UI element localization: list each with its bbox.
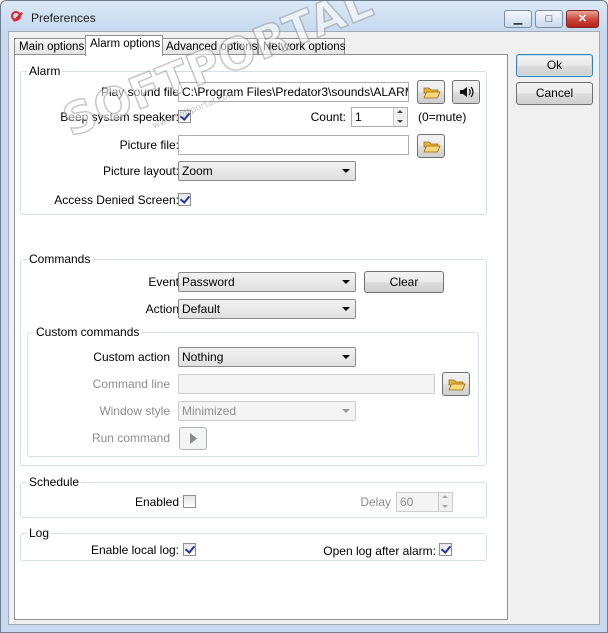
access-denied-label: Access Denied Screen: [54,193,179,207]
picture-file-field[interactable] [178,135,409,155]
custom-action-label: Custom action [93,350,170,364]
run-command-label: Run command [91,431,170,445]
count-value: 1 [355,110,362,124]
speaker-icon [460,86,474,98]
alarm-options-panel: Alarm Play sound file C:\Program Files\P… [14,1,508,620]
play-sound-button[interactable] [452,80,480,104]
schedule-enabled-checkbox[interactable] [183,495,196,508]
cancel-button[interactable]: Cancel [516,82,593,105]
dialog-client-area: Main options Alarm options Advanced opti… [8,1,600,625]
event-value: Password [182,275,235,289]
count-down-arrow[interactable] [393,117,407,126]
browse-command-button[interactable] [442,372,470,396]
delay-value: 60 [400,495,414,509]
tab-main-options[interactable]: Main options [14,38,87,55]
log-group: Log Enable local log: Open log after ala… [20,526,487,561]
maximize-button[interactable]: □ [535,10,563,28]
ok-button[interactable]: Ok [516,54,593,77]
picture-layout-dropdown[interactable]: Zoom [178,161,356,181]
schedule-group-title: Schedule [27,475,82,489]
window-style-value: Minimized [182,404,237,418]
picture-file-label: Picture file: [119,138,179,152]
alarm-group-title: Alarm [27,64,63,78]
mute-hint: (0=mute) [418,110,467,124]
chevron-down-icon [342,409,350,413]
tab-alarm-options[interactable]: Alarm options [85,35,163,56]
count-label: Count: [310,110,346,124]
log-group-title: Log [27,526,52,540]
tab-network-options[interactable]: Network options [258,38,345,55]
tab-advanced-options[interactable]: Advanced options [161,38,258,55]
commands-group-title: Commands [27,252,93,266]
action-dropdown[interactable]: Default [178,299,356,319]
close-button[interactable]: ✕ [566,10,599,28]
custom-commands-group: Custom commands Custom action Nothing Co… [27,325,479,457]
open-log-after-alarm-checkbox[interactable] [439,543,452,556]
delay-spinner[interactable]: 60 [396,492,453,512]
schedule-enabled-label: Enabled [134,495,179,509]
chevron-down-icon [342,307,350,311]
delay-up-arrow[interactable] [438,493,452,502]
beep-speaker-label: Beep system speaker: [60,110,179,124]
run-command-button[interactable] [179,427,207,450]
delay-down-arrow[interactable] [438,502,452,511]
beep-speaker-checkbox[interactable] [178,110,191,123]
custom-commands-title: Custom commands [34,325,142,339]
minimize-button[interactable]: ▁ [504,10,532,28]
access-denied-checkbox[interactable] [178,193,191,206]
prohibition-icon [11,11,21,21]
enable-local-log-label: Enable local log: [90,543,179,557]
clear-button[interactable]: Clear [364,271,444,293]
folder-open-icon [423,87,441,99]
picture-layout-value: Zoom [182,164,213,178]
open-log-after-alarm-label: Open log after alarm: [323,544,436,558]
event-dropdown[interactable]: Password [178,272,356,292]
schedule-group: Schedule Enabled Delay 60 [20,475,487,518]
browse-picture-button[interactable] [417,134,445,158]
title-bar[interactable]: Preferences ▁ □ ✕ [1,1,607,31]
folder-open-icon [448,379,466,391]
window-style-dropdown[interactable]: Minimized [178,401,356,421]
count-up-arrow[interactable] [393,108,407,117]
custom-action-dropdown[interactable]: Nothing [178,347,356,367]
chevron-down-icon [342,355,350,359]
chevron-down-icon [342,169,350,173]
event-label: Event [148,275,179,289]
window-style-label: Window style [99,404,170,418]
folder-open-icon [423,141,441,153]
play-triangle-icon [190,433,197,444]
action-value: Default [182,302,221,316]
command-line-field[interactable] [178,374,435,394]
chevron-down-icon [342,280,350,284]
browse-sound-button[interactable] [417,80,445,104]
play-sound-label: Play sound file [100,85,179,99]
window-title: Preferences [31,11,96,25]
sound-file-field[interactable]: C:\Program Files\Predator3\sounds\ALARM.… [178,82,409,102]
custom-action-value: Nothing [182,350,224,364]
commands-group: Commands Event Password Clear Action Def… [20,252,487,466]
enable-local-log-checkbox[interactable] [183,543,196,556]
action-label: Action [145,302,179,316]
delay-label: Delay [360,495,391,509]
alarm-group: Alarm Play sound file C:\Program Files\P… [20,64,487,215]
preferences-window: Preferences ▁ □ ✕ Main options Alarm opt… [0,0,608,633]
count-spinner[interactable]: 1 [351,107,408,127]
picture-layout-label: Picture layout: [102,164,179,178]
command-line-label: Command line [92,377,170,391]
